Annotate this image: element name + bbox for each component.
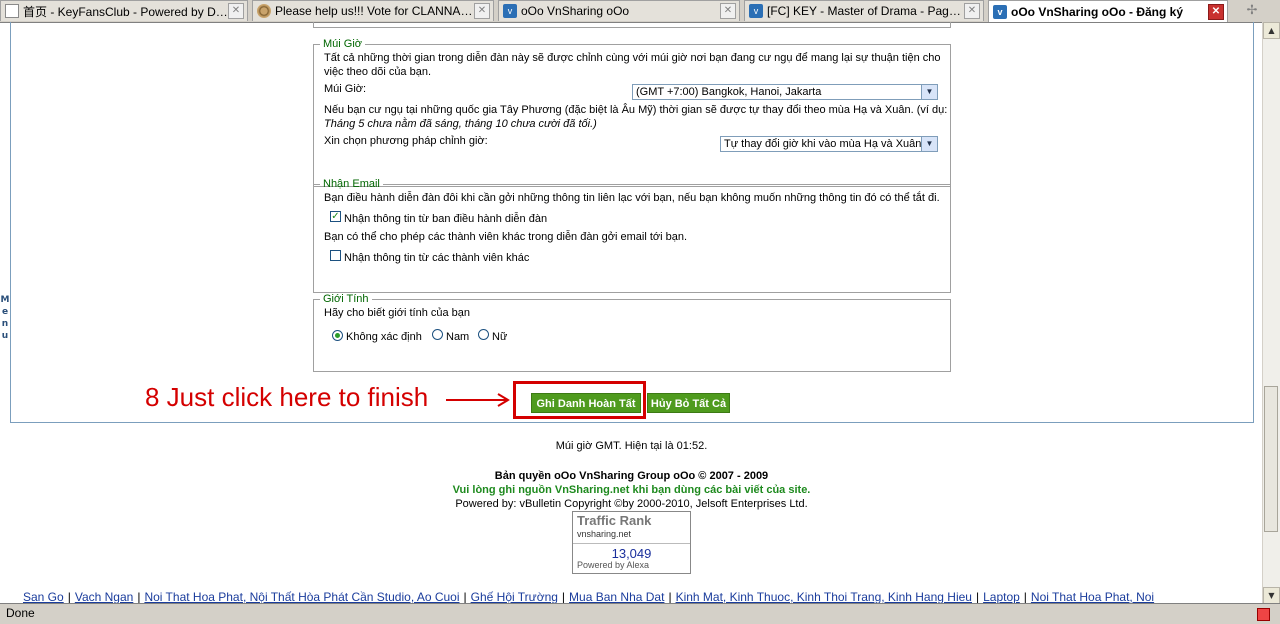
scroll-down-icon[interactable]: ▼ — [1263, 587, 1280, 604]
timezone-description-cont: việc theo dõi của bạn. — [324, 66, 432, 78]
gender-option-label[interactable]: Nam — [446, 331, 469, 343]
footer-link[interactable]: Noi That Hoa Phat, Noi — [1031, 590, 1154, 604]
arrow-right-icon — [446, 393, 510, 407]
fieldset-edge — [313, 22, 951, 28]
footer-link[interactable]: Vach Ngan — [75, 590, 133, 604]
close-icon[interactable]: ✕ — [1208, 3, 1224, 20]
chevron-down-icon[interactable]: ▼ — [921, 137, 937, 151]
server-time: Múi giờ GMT. Hiện tại là 01:52. — [555, 440, 708, 452]
status-indicator-icon[interactable] — [1257, 608, 1270, 621]
email-member-description: Bạn có thể cho phép các thành viên khác … — [324, 231, 687, 243]
site-icon: v — [503, 4, 517, 18]
close-icon[interactable]: ✕ — [964, 3, 980, 19]
timezone-legend: Múi Giờ — [323, 38, 362, 50]
chevron-down-icon[interactable]: ▼ — [921, 85, 937, 99]
new-tab-icon[interactable]: ✢ — [1244, 3, 1260, 19]
tab-label: Please help us!!! Vote for CLANNAD A... — [275, 4, 474, 18]
gender-fieldset: Giới Tính Hãy cho biết giới tính của bạn… — [313, 293, 951, 372]
email-legend: Nhận Email — [323, 178, 380, 190]
instruction-annotation: 8 Just click here to finish — [145, 382, 429, 412]
separator: | — [67, 590, 71, 604]
tab-label: 首页 - KeyFansClub - Powered by Disc... — [23, 4, 228, 19]
document-icon — [5, 4, 19, 18]
dst-description-example: Tháng 5 chưa nằm đã sáng, tháng 10 chưa … — [324, 118, 597, 130]
separator: | — [137, 590, 141, 604]
reset-all-button[interactable]: Hủy Bỏ Tất Cả — [647, 393, 730, 413]
tab-clannad-vote[interactable]: Please help us!!! Vote for CLANNAD A... … — [252, 0, 494, 21]
gender-unspecified-radio[interactable] — [332, 330, 343, 341]
registration-panel: Múi Giờ Tất cả những thời gian trong diễ… — [10, 22, 1254, 423]
copyright: Bản quyền oOo VnSharing Group oOo © 2007… — [494, 470, 769, 482]
timezone-description: Tất cả những thời gian trong diễn đàn nà… — [324, 52, 941, 64]
gender-male-radio[interactable] — [432, 329, 443, 340]
gender-option-label[interactable]: Nữ — [492, 331, 507, 343]
footer-link[interactable]: Laptop — [983, 590, 1020, 604]
close-icon[interactable]: ✕ — [474, 3, 490, 19]
admin-email-checkbox[interactable]: ✓ — [330, 211, 341, 222]
browser-tab-bar: 首页 - KeyFansClub - Powered by Disc... ✕ … — [0, 0, 1280, 23]
alexa-powered: Powered by Alexa — [577, 560, 650, 570]
site-icon: v — [749, 4, 763, 18]
footer-link[interactable]: San Go — [23, 590, 64, 604]
powered-by: Powered by: vBulletin Copyright ©by 2000… — [455, 498, 808, 510]
page-content: M e n u Múi Giờ Tất cả những thời gian t… — [0, 22, 1263, 604]
scrollbar-thumb[interactable] — [1264, 386, 1278, 532]
tab-label: oOo VnSharing oOo — [521, 4, 630, 18]
dst-select[interactable]: Tự thay đổi giờ khi vào mùa Hạ và Xuân ▼ — [720, 136, 938, 152]
tab-keyfansclub[interactable]: 首页 - KeyFansClub - Powered by Disc... ✕ — [0, 0, 248, 21]
separator: | — [668, 590, 672, 604]
dst-description: Nếu bạn cư ngụ tại những quốc gia Tây Ph… — [324, 104, 948, 116]
tab-vnsharing[interactable]: v oOo VnSharing oOo ✕ — [498, 0, 740, 21]
footer-link[interactable]: Kinh Mat, Kinh Thuoc, Kinh Thoi Trang, K… — [676, 590, 972, 604]
gender-option-label[interactable]: Không xác định — [346, 331, 422, 343]
dst-select-value: Tự thay đổi giờ khi vào mùa Hạ và Xuân — [724, 138, 922, 150]
email-admin-description: Bạn điều hành diễn đàn đôi khi cần gởi n… — [324, 192, 940, 204]
status-text: Done — [6, 606, 35, 620]
gender-legend: Giới Tính — [323, 293, 369, 305]
member-email-checkbox[interactable] — [330, 250, 341, 261]
alexa-rank: 13,049 — [573, 543, 690, 561]
side-menu-tab[interactable]: M e n u — [0, 294, 10, 342]
alexa-title: Traffic Rank — [577, 513, 652, 528]
timezone-select-value: (GMT +7:00) Bangkok, Hanoi, Jakarta — [636, 86, 822, 98]
email-fieldset: Nhận Email Bạn điều hành diễn đàn đôi kh… — [313, 178, 951, 293]
timezone-label: Múi Giờ: — [324, 83, 367, 95]
separator: | — [1023, 590, 1027, 604]
site-icon: v — [993, 4, 1007, 19]
alexa-traffic-widget[interactable]: Traffic Rank vnsharing.net 13,049 Powere… — [572, 511, 691, 574]
vertical-scrollbar[interactable]: ▲ ▼ — [1262, 22, 1280, 604]
tab-label: oOo VnSharing oOo - Đăng ký — [1011, 4, 1184, 19]
status-bar: Done — [0, 603, 1280, 624]
footer-links: San Go | Vach Ngan | Noi That Hoa Phat, Nội … — [23, 590, 1154, 604]
close-icon[interactable]: ✕ — [228, 3, 244, 19]
member-email-label[interactable]: Nhận thông tin từ các thành viên khác — [344, 252, 529, 264]
submit-registration-button[interactable]: Ghi Danh Hoàn Tất — [531, 393, 641, 413]
footer-link[interactable]: Ghế Hội Trường — [471, 590, 558, 604]
admin-email-label[interactable]: Nhận thông tin từ ban điều hành diễn đàn — [344, 213, 547, 225]
alexa-site: vnsharing.net — [577, 529, 632, 539]
source-notice: Vui lòng ghi nguồn VnSharing.net khi bạn… — [452, 484, 811, 496]
tab-label: [FC] KEY - Master of Drama - Page 14... — [767, 4, 964, 18]
tab-register[interactable]: v oOo VnSharing oOo - Đăng ký ✕ — [988, 0, 1228, 22]
timezone-select[interactable]: (GMT +7:00) Bangkok, Hanoi, Jakarta ▼ — [632, 84, 938, 100]
separator: | — [975, 590, 980, 604]
scroll-up-icon[interactable]: ▲ — [1263, 22, 1280, 39]
separator: | — [561, 590, 566, 604]
footer-link[interactable]: Noi That Hoa Phat, Nội Thất Hòa Phát Cần… — [144, 590, 459, 604]
gender-description: Hãy cho biết giới tính của bạn — [324, 307, 471, 319]
gear-icon — [257, 4, 271, 18]
dst-label: Xin chọn phương pháp chỉnh giờ: — [324, 135, 488, 147]
close-icon[interactable]: ✕ — [720, 3, 736, 19]
footer-link[interactable]: Mua Ban Nha Dat — [569, 590, 664, 604]
separator: | — [463, 590, 467, 604]
gender-female-radio[interactable] — [478, 329, 489, 340]
tab-master-of-drama[interactable]: v [FC] KEY - Master of Drama - Page 14..… — [744, 0, 984, 21]
timezone-fieldset: Múi Giờ Tất cả những thời gian trong diễ… — [313, 38, 951, 187]
